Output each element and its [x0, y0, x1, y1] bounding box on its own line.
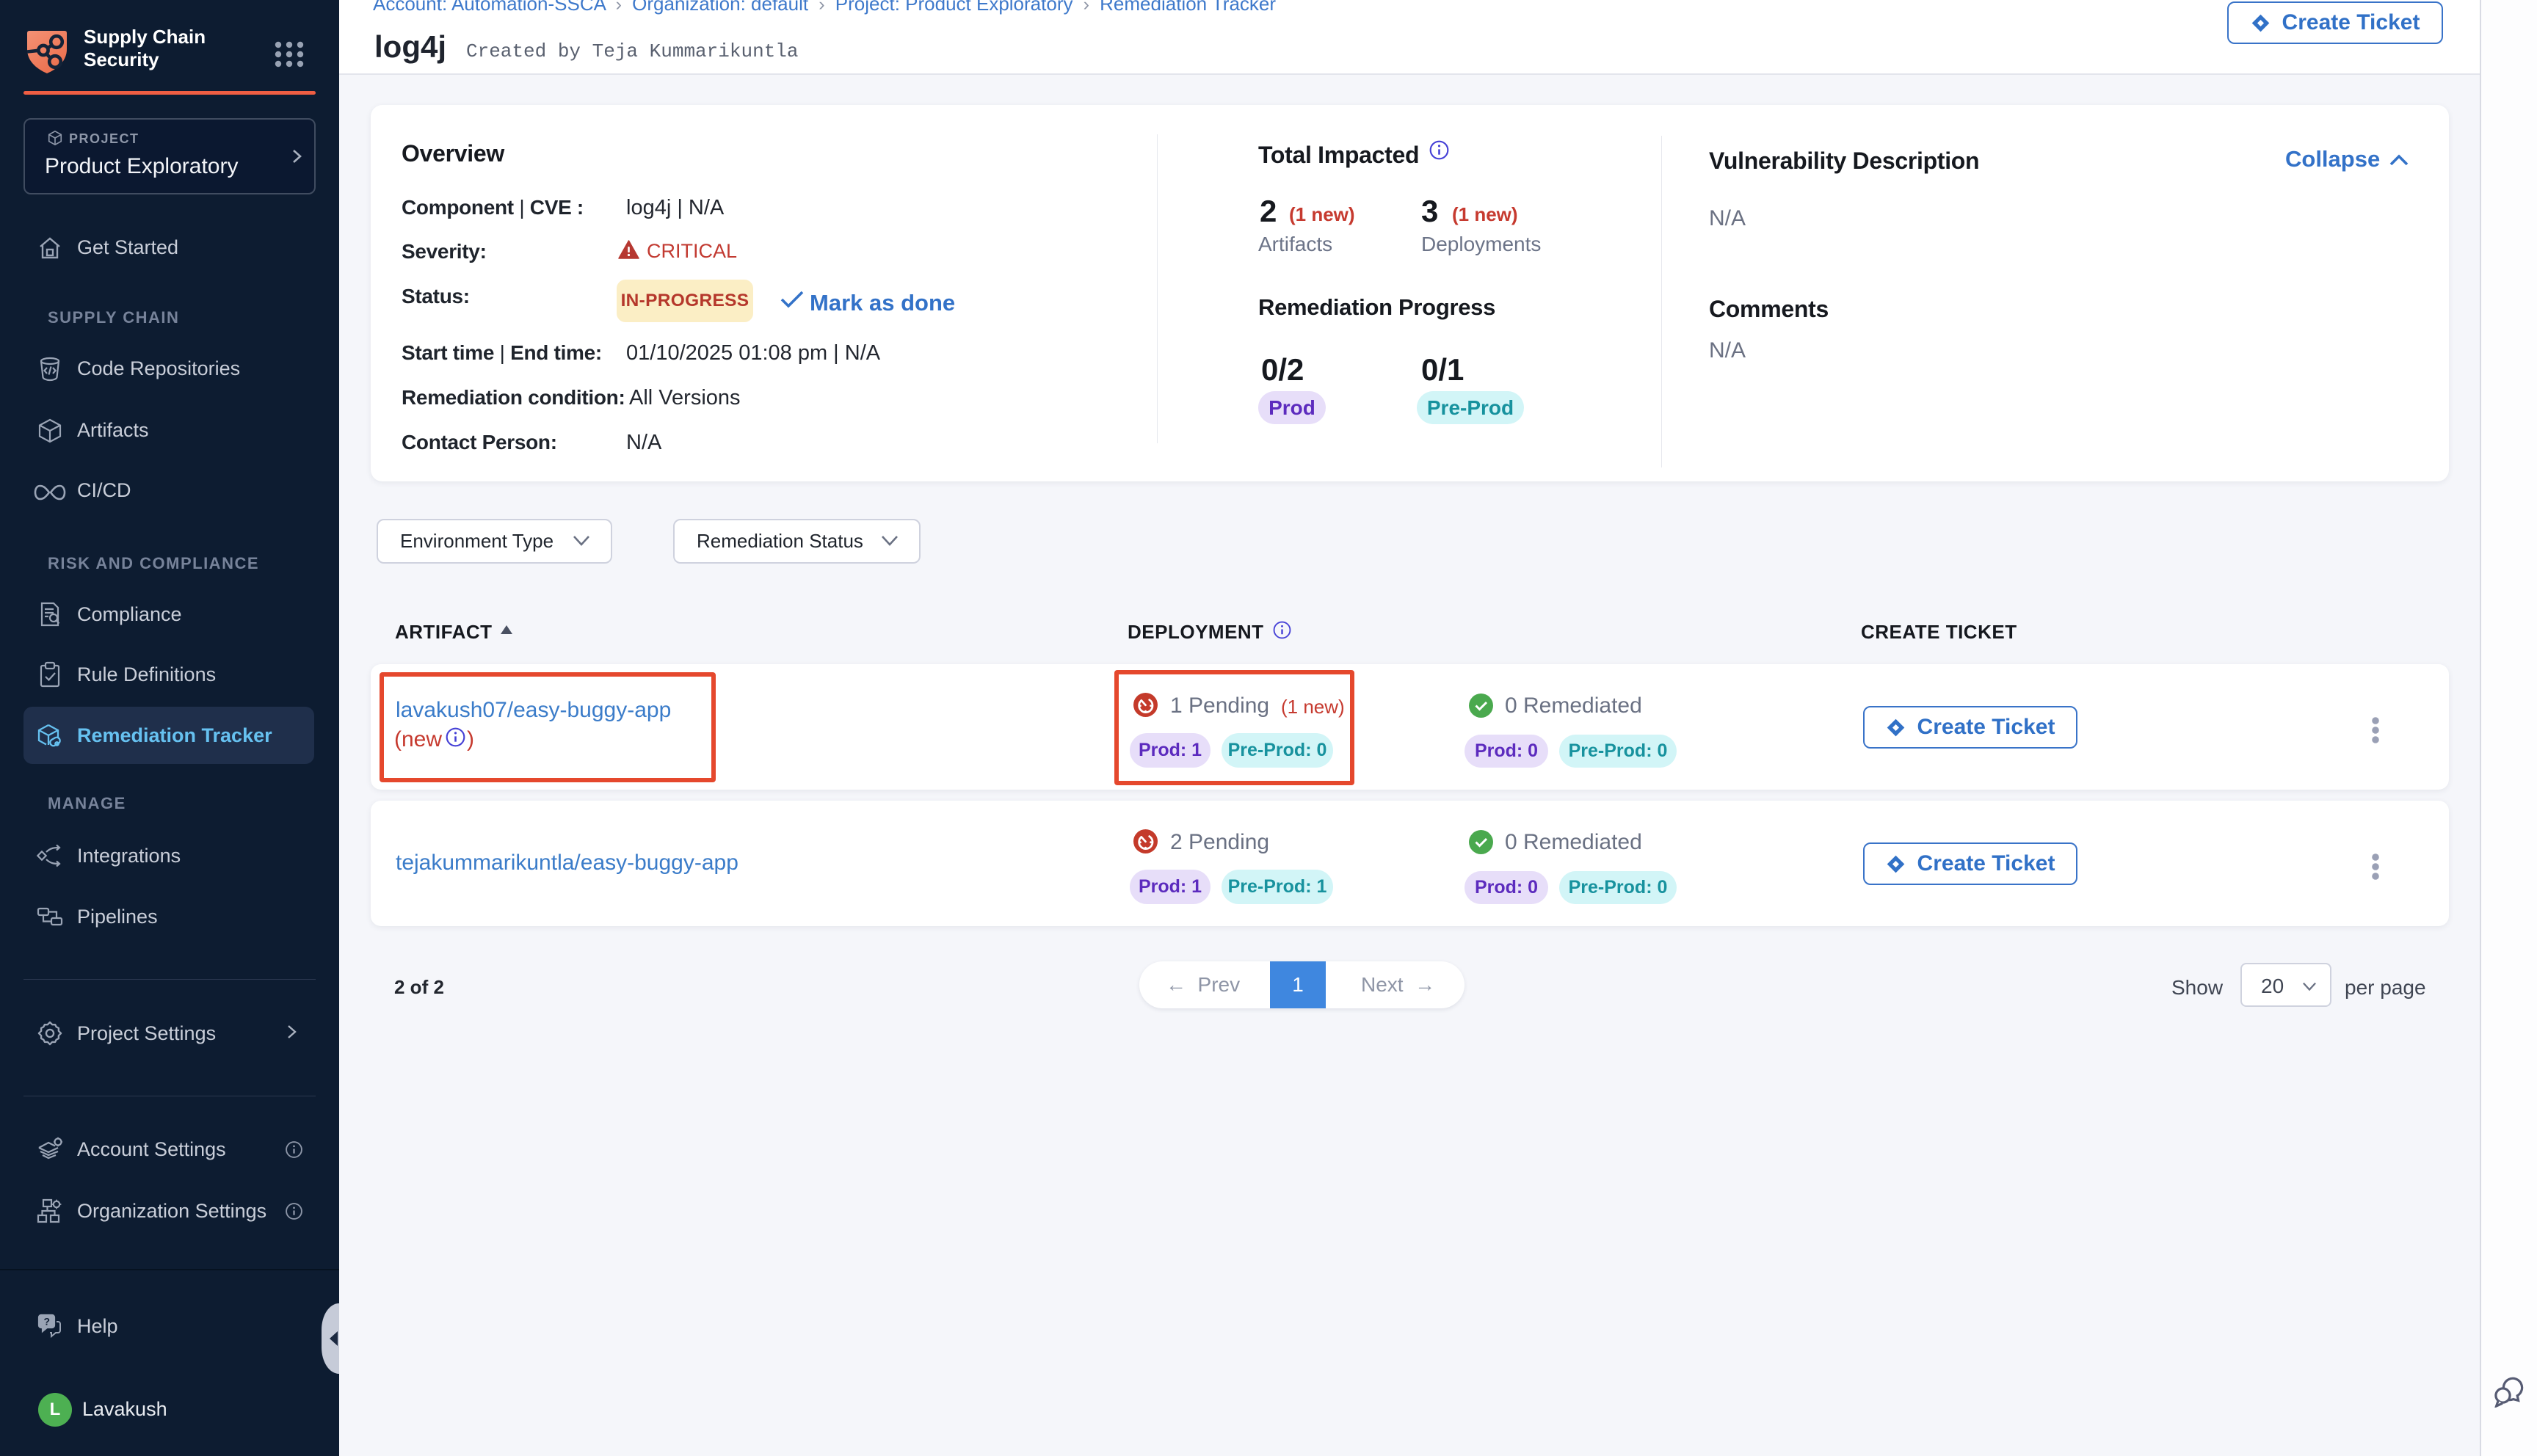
svg-text:?: ?	[44, 1316, 51, 1328]
